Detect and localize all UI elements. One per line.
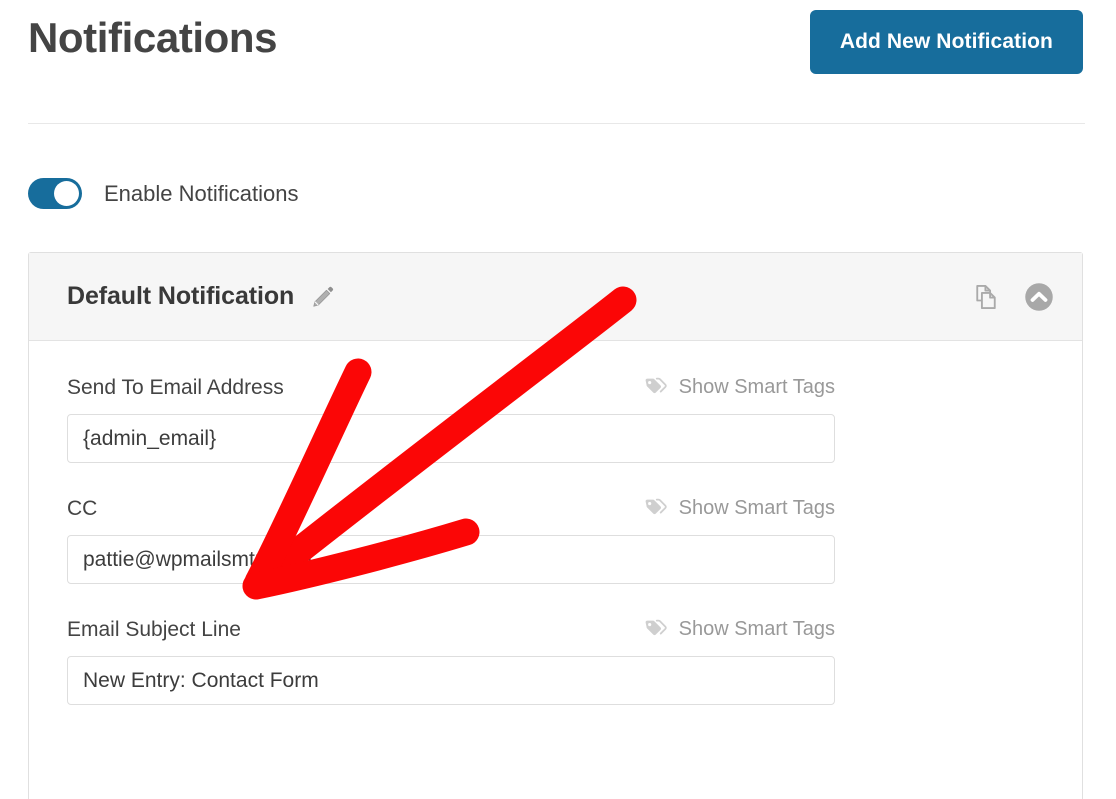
send-to-email-address-input[interactable] (67, 414, 835, 463)
chevron-up-circle-icon[interactable] (1024, 282, 1054, 312)
page-title: Notifications (28, 14, 277, 62)
page-header: Notifications Add New Notification (0, 0, 1116, 124)
add-new-notification-button[interactable]: Add New Notification (810, 10, 1083, 74)
show-smart-tags-toggle[interactable]: Show Smart Tags (643, 617, 835, 642)
field-send-to-email-address: Send To Email Address Show Smart Tags (67, 375, 1044, 463)
enable-notifications-label: Enable Notifications (104, 181, 298, 207)
card-header-actions (972, 282, 1054, 312)
enable-notifications-row: Enable Notifications (28, 178, 298, 209)
notification-card: Default Notification (28, 252, 1083, 799)
cc-input[interactable] (67, 535, 835, 584)
tags-icon (643, 617, 668, 642)
notifications-page: Notifications Add New Notification Enabl… (0, 0, 1116, 799)
tags-icon (643, 496, 668, 521)
pencil-icon[interactable] (310, 284, 336, 310)
field-email-subject-line: Email Subject Line Show Smart Tags (67, 617, 1044, 705)
field-label-row: Send To Email Address Show Smart Tags (67, 375, 835, 400)
email-subject-line-input[interactable] (67, 656, 835, 705)
field-label-row: Email Subject Line Show Smart Tags (67, 617, 835, 642)
notification-title: Default Notification (67, 282, 294, 311)
show-smart-tags-label: Show Smart Tags (679, 497, 835, 520)
notification-card-header: Default Notification (29, 253, 1082, 341)
toggle-knob (54, 181, 79, 206)
enable-notifications-toggle[interactable] (28, 178, 82, 209)
field-label-row: CC Show Smart Tags (67, 496, 835, 521)
show-smart-tags-label: Show Smart Tags (679, 376, 835, 399)
field-cc: CC Show Smart Tags (67, 496, 1044, 584)
tags-icon (643, 375, 668, 400)
show-smart-tags-toggle[interactable]: Show Smart Tags (643, 375, 835, 400)
notification-card-body: Send To Email Address Show Smart Tags (29, 341, 1082, 705)
field-label: CC (67, 497, 97, 521)
header-divider (28, 123, 1085, 124)
show-smart-tags-toggle[interactable]: Show Smart Tags (643, 496, 835, 521)
show-smart-tags-label: Show Smart Tags (679, 618, 835, 641)
field-label: Email Subject Line (67, 618, 241, 642)
duplicate-icon[interactable] (972, 283, 1000, 311)
field-label: Send To Email Address (67, 376, 284, 400)
